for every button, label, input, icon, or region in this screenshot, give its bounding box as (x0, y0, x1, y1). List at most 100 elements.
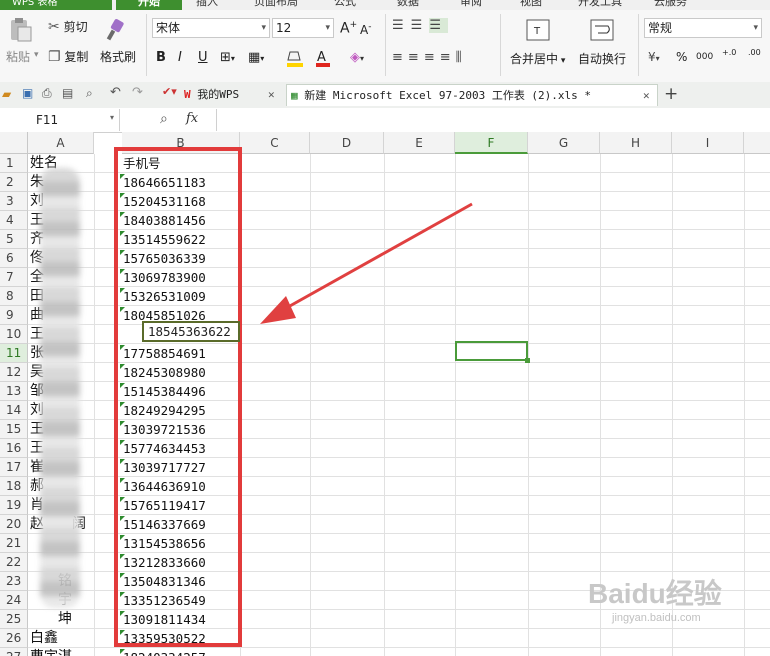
tab-developer[interactable]: 开发工具 (578, 0, 622, 10)
row-header[interactable]: 4 (0, 211, 28, 230)
thousands-button[interactable]: 000 (696, 52, 713, 62)
chevron-down-icon[interactable]: ▾ (110, 113, 114, 122)
row-header[interactable]: 21 (0, 534, 28, 553)
tab-review[interactable]: 审阅 (460, 0, 482, 10)
customize-toolbar-icon[interactable]: ✔▾ (162, 85, 177, 98)
row-header[interactable]: 9 (0, 306, 28, 325)
currency-button[interactable]: ¥▾ (648, 50, 660, 64)
font-shrink-button[interactable]: A- (360, 22, 371, 37)
tab-formulas[interactable]: 公式 (334, 0, 356, 10)
align-top-icon[interactable]: ☰ (392, 18, 411, 33)
column-header-d[interactable]: D (310, 132, 384, 154)
tab-workbook[interactable]: ▦ 新建 Microsoft Excel 97-2003 工作表 (2).xls… (286, 84, 658, 106)
tab-cloud[interactable]: 云服务 (654, 0, 687, 10)
merge-center-button[interactable]: 合并居中 ▾ (510, 50, 565, 67)
copy-button[interactable]: ❐ 复制 (48, 48, 88, 65)
clear-format-button[interactable]: ◈▾ (350, 50, 364, 65)
row-header[interactable]: 11 (0, 344, 28, 363)
align-right-icon[interactable]: ≡ (424, 50, 440, 65)
name-box[interactable]: F11 (0, 109, 120, 131)
active-cell[interactable] (455, 341, 528, 361)
row-header[interactable]: 18 (0, 477, 28, 496)
cell-name[interactable]: 曹宇湛 (30, 648, 72, 656)
font-grow-button[interactable]: A+ (340, 20, 357, 37)
vertical-align-group[interactable]: ☰☰☰ (392, 18, 492, 36)
column-header-f[interactable]: F (455, 132, 528, 154)
row-header[interactable]: 5 (0, 230, 28, 249)
row-header[interactable]: 26 (0, 629, 28, 648)
row-header[interactable]: 16 (0, 439, 28, 458)
column-header-overflow[interactable] (744, 132, 770, 154)
app-title[interactable]: WPS 表格 (0, 0, 112, 10)
cell-style-button[interactable]: ▦▾ (248, 50, 264, 65)
close-icon[interactable]: ✕ (643, 85, 650, 107)
distributed-icon[interactable]: ⫼ (456, 50, 467, 65)
fx-button[interactable]: fx (186, 111, 198, 126)
zoom-icon[interactable]: ⌕ (160, 111, 168, 127)
column-header-h[interactable]: H (600, 132, 672, 154)
undo-icon[interactable]: ↶ (110, 85, 121, 100)
row-header[interactable]: 3 (0, 192, 28, 211)
row-header[interactable]: 15 (0, 420, 28, 439)
fill-handle[interactable] (525, 358, 530, 363)
horizontal-align-group[interactable]: ≡≡≡≡⫼ (392, 50, 492, 68)
tab-view[interactable]: 视图 (520, 0, 542, 10)
row-header[interactable]: 12 (0, 363, 28, 382)
italic-button[interactable]: I (178, 50, 182, 65)
align-middle-icon[interactable]: ☰ (411, 18, 430, 33)
cell-name[interactable]: 白鑫 (30, 629, 58, 648)
decimal-increase-button[interactable]: +.0 (722, 48, 736, 57)
borders-button[interactable]: ⊞▾ (220, 50, 235, 65)
column-header-a[interactable]: A (28, 132, 94, 154)
font-size-select[interactable]: 12 ▾ (272, 18, 334, 38)
bold-button[interactable]: B (156, 50, 166, 65)
row-header[interactable]: 27 (0, 648, 28, 656)
row-header[interactable]: 1 (0, 154, 28, 173)
row-header[interactable]: 13 (0, 382, 28, 401)
formula-input[interactable] (216, 109, 770, 131)
tab-page-layout[interactable]: 页面布局 (254, 0, 298, 10)
format-painter-button[interactable] (104, 18, 130, 44)
row-header[interactable]: 24 (0, 591, 28, 610)
cut-button[interactable]: ✂ 剪切 (48, 18, 88, 35)
row-header[interactable]: 25 (0, 610, 28, 629)
align-center-icon[interactable]: ≡ (408, 50, 424, 65)
number-format-select[interactable]: 常规 ▾ (644, 18, 762, 38)
row-header[interactable]: 23 (0, 572, 28, 591)
wrap-text-button[interactable]: 自动换行 (578, 50, 626, 67)
column-header-g[interactable]: G (528, 132, 600, 154)
row-header[interactable]: 6 (0, 249, 28, 268)
print-preview-icon[interactable]: ▤ (62, 86, 73, 100)
row-header[interactable]: 19 (0, 496, 28, 515)
column-header-e[interactable]: E (384, 132, 455, 154)
row-header[interactable]: 2 (0, 173, 28, 192)
percent-button[interactable]: % (676, 50, 687, 64)
tab-start[interactable]: 开始 (116, 0, 182, 10)
tab-data[interactable]: 数据 (397, 0, 419, 10)
select-all-corner[interactable] (0, 132, 28, 154)
row-header[interactable]: 17 (0, 458, 28, 477)
paste-dropdown-icon[interactable]: ▾ (34, 50, 39, 60)
tab-my-wps[interactable]: W 我的WPS ✕ (184, 84, 280, 106)
redo-icon[interactable]: ↷ (132, 85, 143, 100)
save-icon[interactable]: ▣ (22, 86, 33, 100)
font-color-button[interactable]: A (314, 48, 336, 71)
print-icon[interactable]: ⎙ (42, 86, 52, 101)
wrap-text-icon[interactable] (590, 18, 614, 45)
find-icon[interactable]: ⌕ (86, 86, 93, 101)
align-left-icon[interactable]: ≡ (392, 50, 408, 65)
new-tab-icon[interactable]: + (664, 84, 678, 104)
merge-center-icon[interactable]: T (526, 18, 550, 45)
row-header[interactable]: 22 (0, 553, 28, 572)
align-bottom-icon[interactable]: ☰ (429, 18, 448, 33)
decimal-decrease-button[interactable]: .00 (748, 48, 761, 57)
row-header[interactable]: 8 (0, 287, 28, 306)
paste-label[interactable]: 粘贴 (6, 48, 30, 65)
column-header-c[interactable]: C (240, 132, 310, 154)
paste-button[interactable] (6, 16, 40, 46)
spreadsheet-grid[interactable]: ABCDEFGHI 1 2 3 4 5 6 7 8 9 10 11 12 13 14 15 16 17 18 19 2… (0, 132, 770, 656)
row-header[interactable]: 7 (0, 268, 28, 287)
column-header-i[interactable]: I (672, 132, 744, 154)
open-folder-icon[interactable]: ▰ (2, 87, 11, 101)
close-icon[interactable]: ✕ (268, 84, 275, 106)
